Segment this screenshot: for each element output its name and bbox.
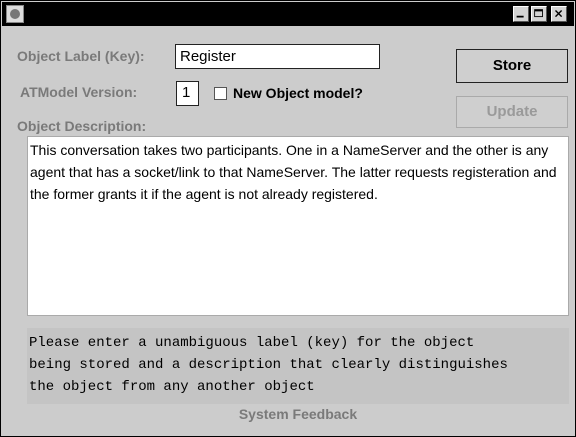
maximize-button[interactable] — [531, 6, 547, 22]
close-button[interactable] — [551, 6, 567, 22]
store-button[interactable]: Store — [456, 49, 568, 83]
atmodel-version-caption: ATModel Version: — [20, 84, 138, 100]
object-store-window: Object Label (Key): ATModel Version: 1 N… — [0, 0, 576, 437]
object-description-textarea[interactable]: This conversation takes two participants… — [27, 136, 569, 316]
object-description-caption: Object Description: — [17, 118, 147, 134]
new-object-model-checkbox[interactable] — [214, 87, 227, 100]
minimize-button[interactable] — [513, 6, 529, 22]
minimize-icon — [516, 15, 524, 18]
update-button[interactable]: Update — [456, 96, 568, 128]
title-bar[interactable] — [2, 2, 574, 26]
object-label-caption: Object Label (Key): — [17, 48, 145, 64]
system-feedback-text: Please enter a unambiguous label (key) f… — [27, 328, 569, 404]
app-icon[interactable] — [6, 5, 24, 23]
close-icon — [555, 10, 563, 18]
maximize-icon — [534, 9, 543, 18]
new-object-model-label: New Object model? — [233, 85, 363, 101]
object-label-input[interactable] — [175, 44, 380, 69]
system-feedback-label: System Feedback — [238, 406, 358, 422]
atmodel-version-field[interactable]: 1 — [176, 81, 199, 106]
